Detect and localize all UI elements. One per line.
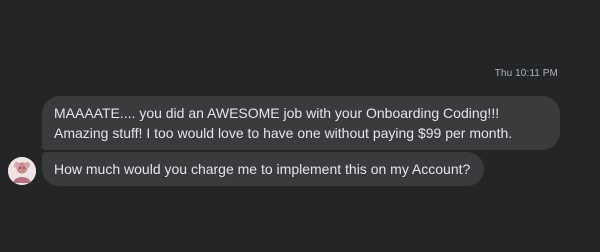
message-bubble[interactable]: How much would you charge me to implemen… <box>42 152 484 186</box>
message-bubble[interactable]: MAAAATE.... you did an AWESOME job with … <box>42 96 560 150</box>
chat-thread: Thu 10:11 PM MAAAATE.... you did an AWES… <box>0 0 600 252</box>
profile-photo-icon <box>8 157 36 185</box>
sender-avatar[interactable] <box>8 157 36 185</box>
message-timestamp: Thu 10:11 PM <box>494 68 558 79</box>
